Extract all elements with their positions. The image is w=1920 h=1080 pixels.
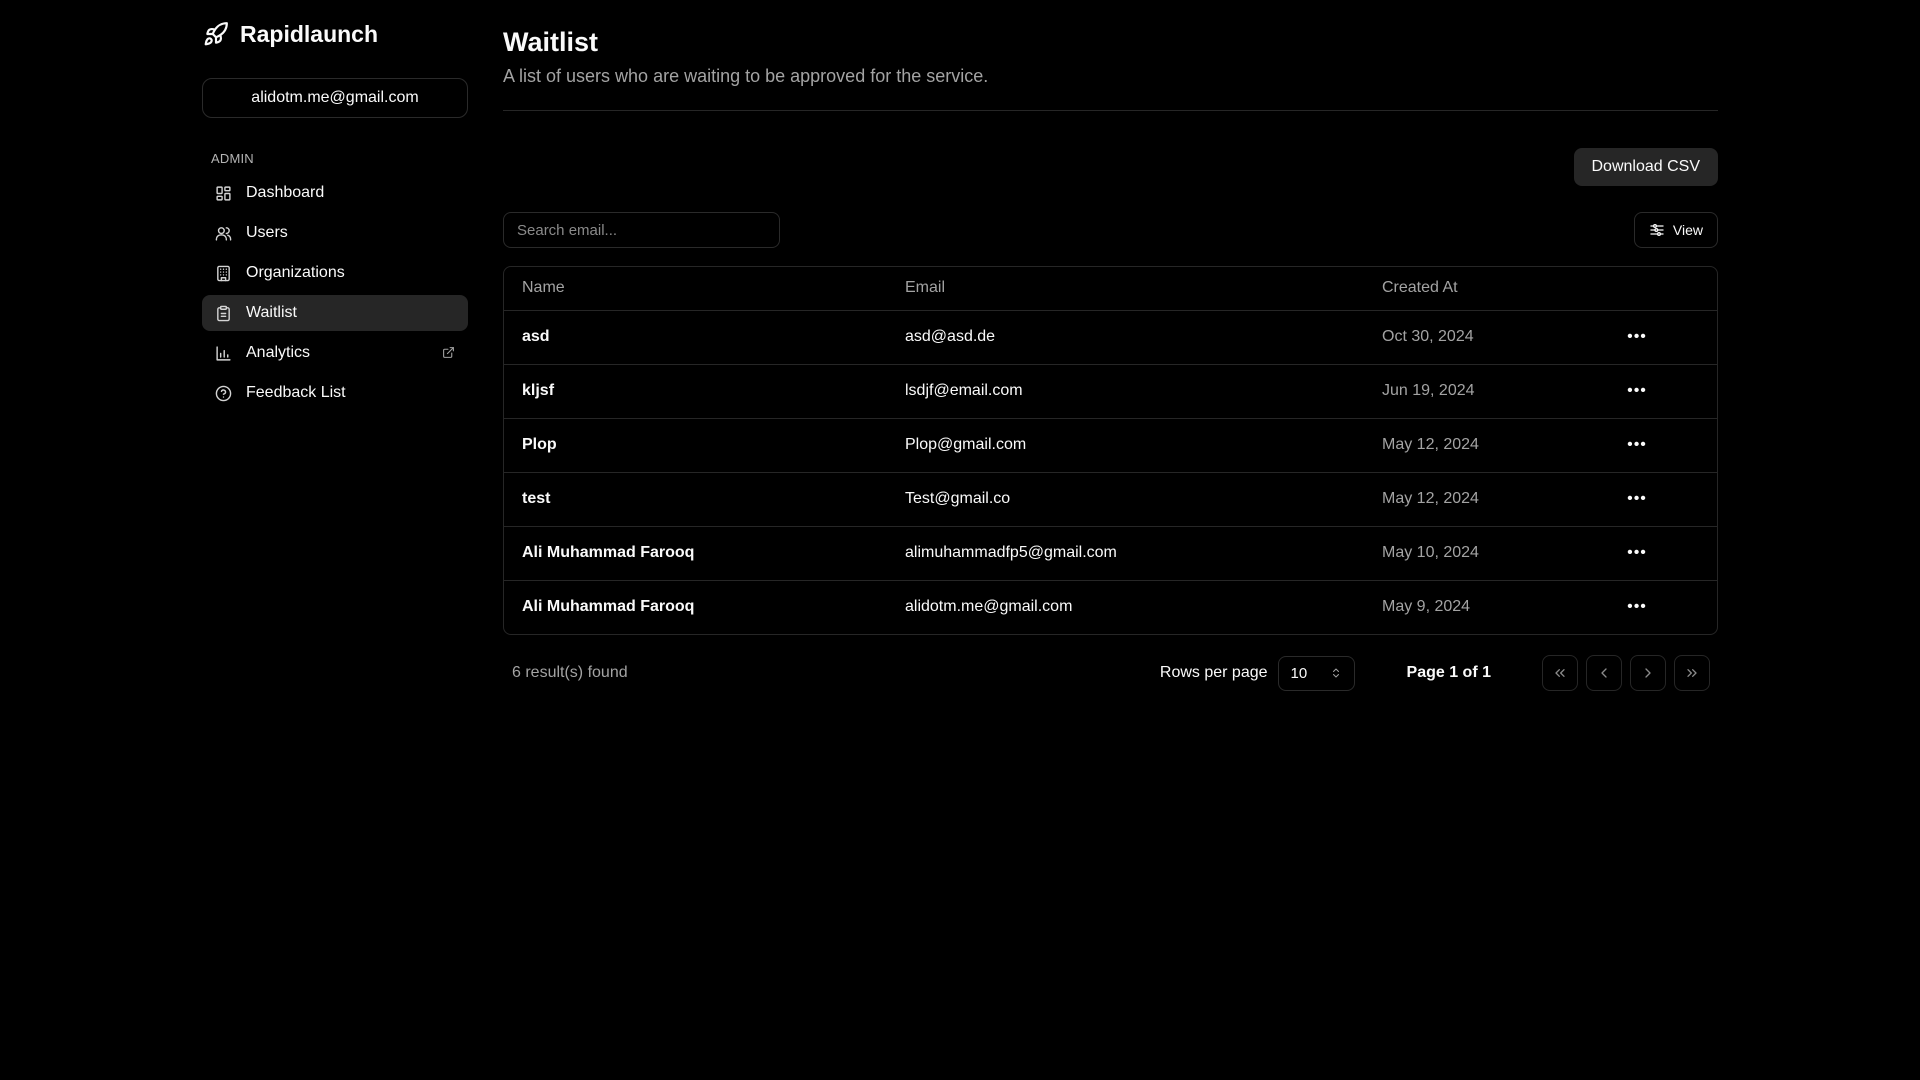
cell-created-at: May 12, 2024 xyxy=(1382,490,1479,507)
cell-actions: ••• xyxy=(1621,310,1717,364)
cell-email: Test@gmail.co xyxy=(905,490,1011,507)
app: Rapidlaunch alidotm.me@gmail.com ADMIN D… xyxy=(0,0,1920,1080)
sidebar-item-label: Dashboard xyxy=(246,184,325,201)
previous-page-button[interactable] xyxy=(1586,655,1622,691)
sidebar-item-feedback-list[interactable]: Feedback List xyxy=(202,375,468,411)
sidebar-item-dashboard[interactable]: Dashboard xyxy=(202,175,468,211)
users-icon xyxy=(214,224,232,242)
waitlist-table: Name Email Created At asd asd@asd.de Oct… xyxy=(503,266,1718,635)
next-page-button[interactable] xyxy=(1630,655,1666,691)
cell-name: Ali Muhammad Farooq xyxy=(522,544,695,561)
rows-per-page-value: 10 xyxy=(1290,664,1308,682)
chevron-right-icon xyxy=(1640,665,1656,681)
sidebar-item-waitlist[interactable]: Waitlist xyxy=(202,295,468,331)
last-page-button[interactable] xyxy=(1674,655,1710,691)
top-actions: Download CSV xyxy=(503,148,1718,186)
cell-created-at: Oct 30, 2024 xyxy=(1382,328,1474,345)
table-row[interactable]: asd asd@asd.de Oct 30, 2024 ••• xyxy=(504,310,1717,364)
cell-name: kljsf xyxy=(522,382,555,399)
column-header-email[interactable]: Email xyxy=(887,267,1364,310)
download-csv-button[interactable]: Download CSV xyxy=(1573,148,1718,186)
cell-actions: ••• xyxy=(1621,526,1717,580)
cell-name: asd xyxy=(522,328,550,345)
view-options-button[interactable]: View xyxy=(1633,212,1718,248)
cell-created-at: May 9, 2024 xyxy=(1382,598,1471,616)
building-icon xyxy=(214,264,232,282)
section-label: ADMIN xyxy=(211,151,254,166)
cell-created-at: Jun 19, 2024 xyxy=(1382,382,1475,399)
clipboard-icon xyxy=(214,304,232,322)
table-header-row: Name Email Created At xyxy=(504,267,1717,310)
column-header-created-at[interactable]: Created At xyxy=(1364,267,1621,310)
account-switcher[interactable]: alidotm.me@gmail.com xyxy=(202,78,468,118)
table-row[interactable]: kljsf lsdjf@email.com Jun 19, 2024 ••• xyxy=(504,364,1717,418)
cell-email: Plop@gmail.com xyxy=(905,436,1027,453)
sliders-icon xyxy=(1649,222,1665,238)
dashboard-icon xyxy=(214,184,232,202)
cell-name: Ali Muhammad Farooq xyxy=(522,598,695,616)
table-row[interactable]: test Test@gmail.co May 12, 2024 ••• xyxy=(504,472,1717,526)
more-horizontal-icon[interactable]: ••• xyxy=(1621,595,1653,619)
cell-email: alidotm.me@gmail.com xyxy=(905,598,1073,616)
cell-email: lsdjf@email.com xyxy=(905,382,1023,399)
sidebar-item-label: Users xyxy=(246,224,288,241)
sidebar-nav: Dashboard Users Organizations Waitlist A… xyxy=(202,175,468,411)
table-row[interactable]: Ali Muhammad Farooq alimuhammadfp5@gmail… xyxy=(504,526,1717,580)
divider xyxy=(503,110,1718,111)
chevrons-up-down-icon xyxy=(1330,666,1342,680)
cell-actions: ••• xyxy=(1621,364,1717,418)
table-row[interactable]: Ali Muhammad Farooq alidotm.me@gmail.com… xyxy=(504,580,1717,634)
table-toolbar: View xyxy=(503,212,1718,248)
chevrons-right-icon xyxy=(1684,665,1700,681)
sidebar-item-label: Waitlist xyxy=(246,304,297,321)
bar-chart-icon xyxy=(214,344,232,362)
sidebar-item-label: Organizations xyxy=(246,264,345,281)
sidebar-item-label: Feedback List xyxy=(246,384,346,401)
sidebar-item-label: Analytics xyxy=(246,344,311,361)
cell-name: test xyxy=(522,490,551,507)
pagination: 6 result(s) found Rows per page 10 Page … xyxy=(503,655,1718,691)
table-row[interactable]: Plop Plop@gmail.com May 12, 2024 ••• xyxy=(504,418,1717,472)
results-count: 6 result(s) found xyxy=(512,664,628,681)
external-link-icon xyxy=(442,346,456,360)
cell-created-at: May 12, 2024 xyxy=(1382,436,1479,453)
sidebar-item-analytics[interactable]: Analytics xyxy=(202,335,468,371)
pagination-buttons xyxy=(1542,655,1710,691)
page-subtitle: A list of users who are waiting to be ap… xyxy=(503,66,989,86)
cell-created-at: May 10, 2024 xyxy=(1382,544,1479,561)
main-content: Waitlist A list of users who are waiting… xyxy=(503,24,1718,691)
column-header-actions xyxy=(1621,267,1717,310)
chevron-left-icon xyxy=(1596,665,1612,681)
page-info: Page 1 of 1 xyxy=(1406,664,1491,681)
sidebar-item-organizations[interactable]: Organizations xyxy=(202,255,468,291)
cell-email: alimuhammadfp5@gmail.com xyxy=(905,544,1117,561)
rocket-icon xyxy=(202,20,230,48)
cell-name: Plop xyxy=(522,436,557,453)
chevrons-left-icon xyxy=(1552,665,1568,681)
cell-actions: ••• xyxy=(1621,472,1717,526)
brand-name: Rapidlaunch xyxy=(240,20,379,47)
rows-per-page-select[interactable]: 10 xyxy=(1277,655,1355,691)
sidebar-item-users[interactable]: Users xyxy=(202,215,468,251)
more-horizontal-icon[interactable]: ••• xyxy=(1621,379,1653,403)
more-horizontal-icon[interactable]: ••• xyxy=(1621,325,1653,349)
first-page-button[interactable] xyxy=(1542,655,1578,691)
help-circle-icon xyxy=(214,384,232,402)
brand[interactable]: Rapidlaunch xyxy=(202,18,468,50)
view-label: View xyxy=(1672,222,1703,238)
cell-email: asd@asd.de xyxy=(905,328,996,345)
rows-per-page-label: Rows per page xyxy=(1159,664,1268,681)
column-header-name[interactable]: Name xyxy=(504,267,887,310)
page-title: Waitlist xyxy=(503,27,599,57)
more-horizontal-icon[interactable]: ••• xyxy=(1621,433,1653,457)
cell-actions: ••• xyxy=(1621,418,1717,472)
cell-actions: ••• xyxy=(1621,580,1717,634)
sidebar: Rapidlaunch alidotm.me@gmail.com ADMIN D… xyxy=(202,18,468,411)
search-input[interactable] xyxy=(503,212,780,248)
more-horizontal-icon[interactable]: ••• xyxy=(1621,487,1653,511)
more-horizontal-icon[interactable]: ••• xyxy=(1621,541,1653,565)
